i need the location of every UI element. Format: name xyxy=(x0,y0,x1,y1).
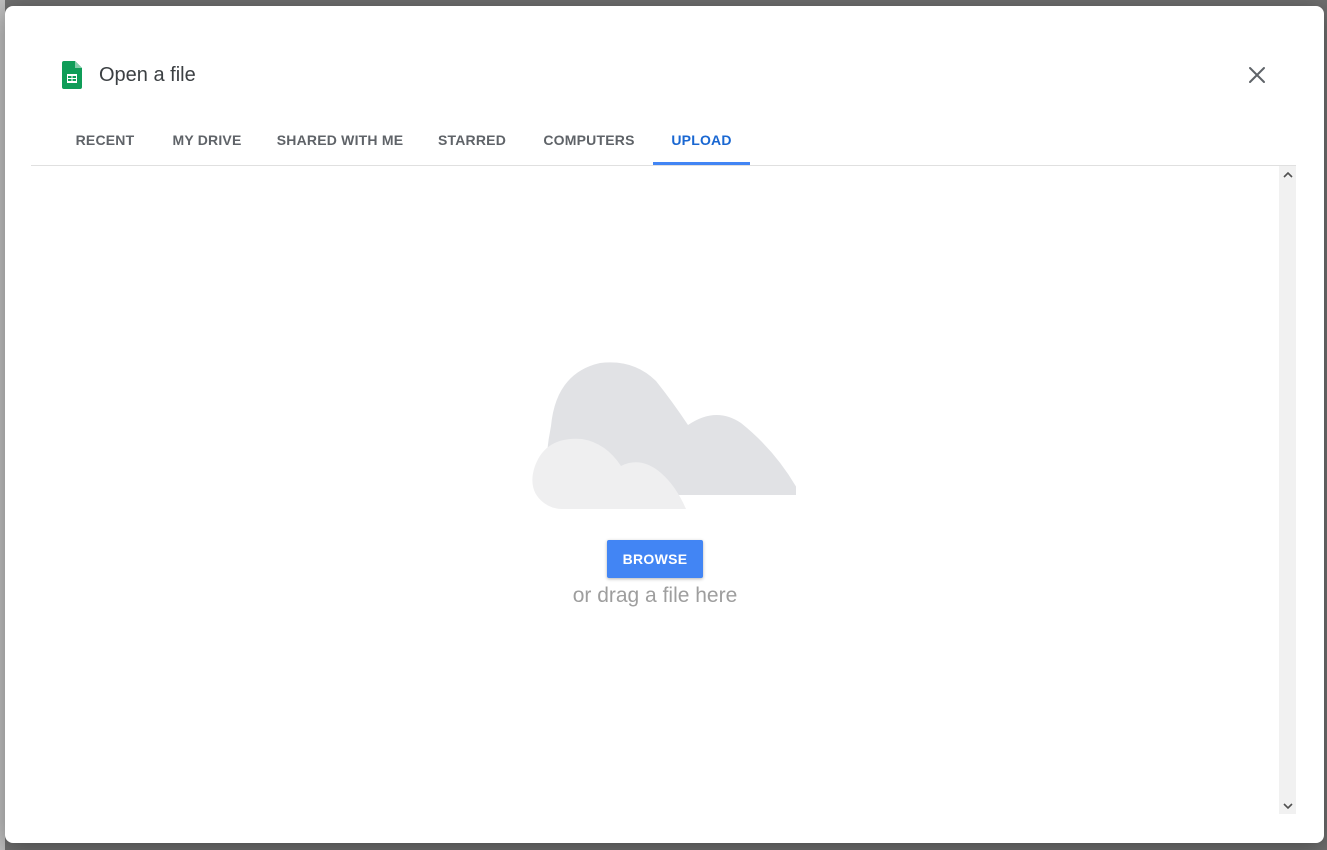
upload-panel: BROWSE or drag a file here xyxy=(31,166,1279,814)
tab-my-drive[interactable]: MY DRIVE xyxy=(159,116,255,164)
scroll-down-button[interactable] xyxy=(1279,797,1296,814)
tab-computers[interactable]: COMPUTERS xyxy=(533,116,645,164)
close-button[interactable] xyxy=(1241,59,1273,91)
close-icon xyxy=(1249,67,1265,83)
drag-file-hint: or drag a file here xyxy=(572,584,738,607)
dialog-header: Open a file xyxy=(5,6,1324,116)
scroll-up-button[interactable] xyxy=(1279,166,1296,183)
google-sheets-icon xyxy=(62,61,82,89)
open-file-dialog: Open a file RECENT MY DRIVE SHARED WITH … xyxy=(5,6,1324,843)
tab-bar: RECENT MY DRIVE SHARED WITH ME STARRED C… xyxy=(31,116,1296,166)
chevron-down-icon xyxy=(1282,802,1293,809)
tab-shared-with-me[interactable]: SHARED WITH ME xyxy=(267,116,413,164)
tab-upload[interactable]: UPLOAD xyxy=(653,116,750,164)
cloud-icon xyxy=(532,362,796,509)
tab-recent[interactable]: RECENT xyxy=(61,116,149,164)
browse-button[interactable]: BROWSE xyxy=(607,540,703,578)
dialog-title: Open a file xyxy=(99,64,196,86)
active-tab-indicator xyxy=(653,162,750,165)
tab-starred[interactable]: STARRED xyxy=(429,116,515,164)
content-scrollbar[interactable] xyxy=(1279,166,1296,814)
chevron-up-icon xyxy=(1282,171,1293,178)
